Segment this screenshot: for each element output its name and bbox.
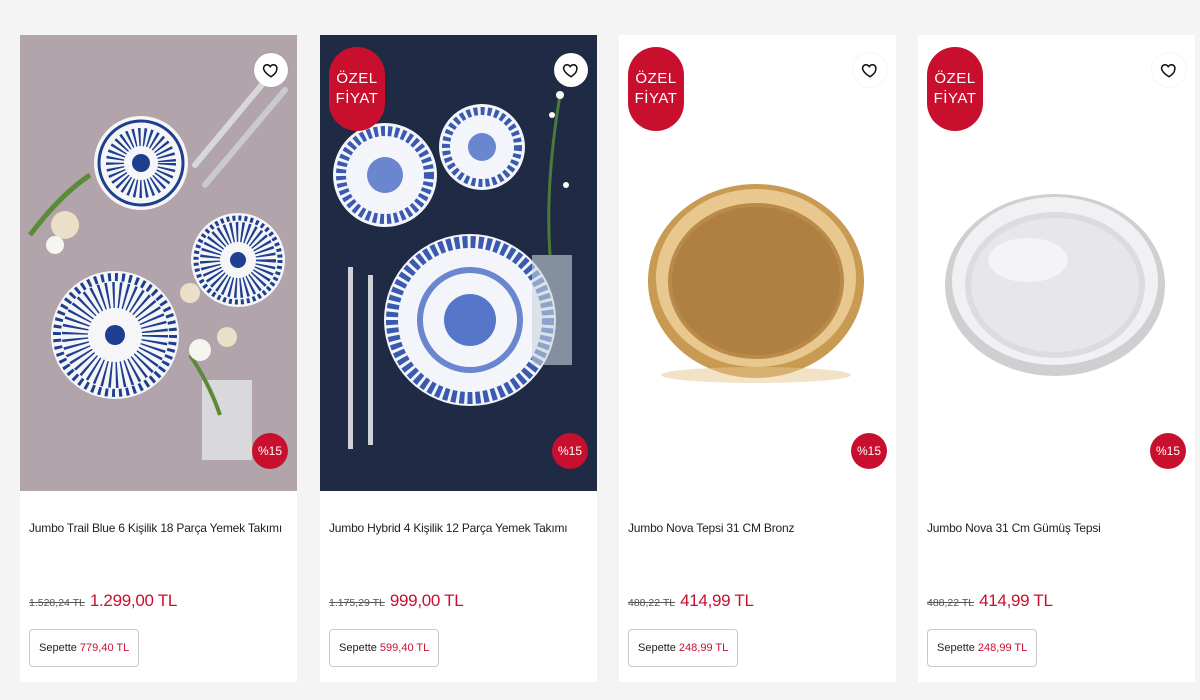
special-price-badge: ÖZEL FİYAT bbox=[628, 47, 684, 131]
heart-outline-icon bbox=[262, 63, 278, 78]
heart-outline-icon bbox=[861, 63, 877, 78]
basket-label: Sepette bbox=[39, 642, 77, 654]
discount-badge: %15 bbox=[1150, 433, 1186, 469]
favorite-button[interactable] bbox=[1152, 53, 1186, 87]
product-card[interactable]: %15 Jumbo Trail Blue 6 Kişilik 18 Parça … bbox=[20, 35, 297, 682]
product-name[interactable]: Jumbo Trail Blue 6 Kişilik 18 Parça Yeme… bbox=[29, 521, 289, 535]
price-row: 488,22 TL 414,99 TL bbox=[628, 591, 754, 611]
old-price: 1.528,24 TL bbox=[29, 597, 85, 609]
old-price: 488,22 TL bbox=[628, 597, 676, 609]
favorite-button[interactable] bbox=[254, 53, 288, 87]
basket-label: Sepette bbox=[339, 642, 377, 654]
current-price: 414,99 TL bbox=[979, 591, 1053, 610]
special-badge-line2: FİYAT bbox=[634, 90, 678, 107]
basket-price: 248,99 TL bbox=[678, 642, 729, 654]
favorite-button[interactable] bbox=[853, 53, 887, 87]
product-image[interactable]: ÖZEL FİYAT %15 bbox=[619, 35, 896, 491]
special-badge-line2: FİYAT bbox=[933, 90, 977, 107]
basket-price-box: Sepette 248,99 TL bbox=[628, 629, 739, 667]
product-name[interactable]: Jumbo Nova Tepsi 31 CM Bronz bbox=[628, 521, 888, 535]
basket-price-box: Sepette 779,40 TL bbox=[29, 629, 140, 667]
price-row: 1.528,24 TL 1.299,00 TL bbox=[29, 591, 177, 611]
basket-price: 599,40 TL bbox=[379, 642, 430, 654]
product-card[interactable]: ÖZEL FİYAT %15 Jumbo Hybrid 4 Kişilik 12… bbox=[320, 35, 597, 682]
special-badge-line1: ÖZEL bbox=[934, 70, 976, 87]
special-badge-line2: FİYAT bbox=[335, 90, 379, 107]
basket-price-box: Sepette 599,40 TL bbox=[329, 629, 440, 667]
basket-price-box: Sepette 248,99 TL bbox=[927, 629, 1038, 667]
discount-badge: %15 bbox=[252, 433, 288, 469]
product-image[interactable]: ÖZEL FİYAT %15 bbox=[918, 35, 1195, 491]
special-price-badge: ÖZEL FİYAT bbox=[329, 47, 385, 131]
product-image[interactable]: %15 bbox=[20, 35, 297, 491]
product-card[interactable]: ÖZEL FİYAT %15 Jumbo Nova 31 Cm Gümüş Te… bbox=[918, 35, 1195, 682]
current-price: 999,00 TL bbox=[389, 591, 464, 610]
basket-label: Sepette bbox=[638, 642, 676, 654]
special-badge-line1: ÖZEL bbox=[336, 70, 378, 87]
price-row: 1.175,29 TL 999,00 TL bbox=[329, 591, 464, 611]
product-name[interactable]: Jumbo Nova 31 Cm Gümüş Tepsi bbox=[927, 521, 1187, 535]
product-grid: %15 Jumbo Trail Blue 6 Kişilik 18 Parça … bbox=[0, 0, 1200, 700]
old-price: 1.175,29 TL bbox=[329, 597, 385, 609]
special-badge-line1: ÖZEL bbox=[635, 70, 677, 87]
product-name[interactable]: Jumbo Hybrid 4 Kişilik 12 Parça Yemek Ta… bbox=[329, 521, 589, 535]
special-price-badge: ÖZEL FİYAT bbox=[927, 47, 983, 131]
basket-label: Sepette bbox=[937, 642, 975, 654]
old-price: 488,22 TL bbox=[927, 597, 975, 609]
product-card[interactable]: ÖZEL FİYAT %15 Jumbo Nova Tepsi 31 CM Br… bbox=[619, 35, 896, 682]
basket-price: 248,99 TL bbox=[977, 642, 1028, 654]
current-price: 414,99 TL bbox=[680, 591, 754, 610]
product-image[interactable]: ÖZEL FİYAT %15 bbox=[320, 35, 597, 491]
current-price: 1.299,00 TL bbox=[89, 591, 177, 610]
heart-outline-icon bbox=[1160, 63, 1176, 78]
heart-outline-icon bbox=[562, 63, 578, 78]
discount-badge: %15 bbox=[851, 433, 887, 469]
basket-price: 779,40 TL bbox=[79, 642, 130, 654]
price-row: 488,22 TL 414,99 TL bbox=[927, 591, 1053, 611]
favorite-button[interactable] bbox=[554, 53, 588, 87]
discount-badge: %15 bbox=[552, 433, 588, 469]
